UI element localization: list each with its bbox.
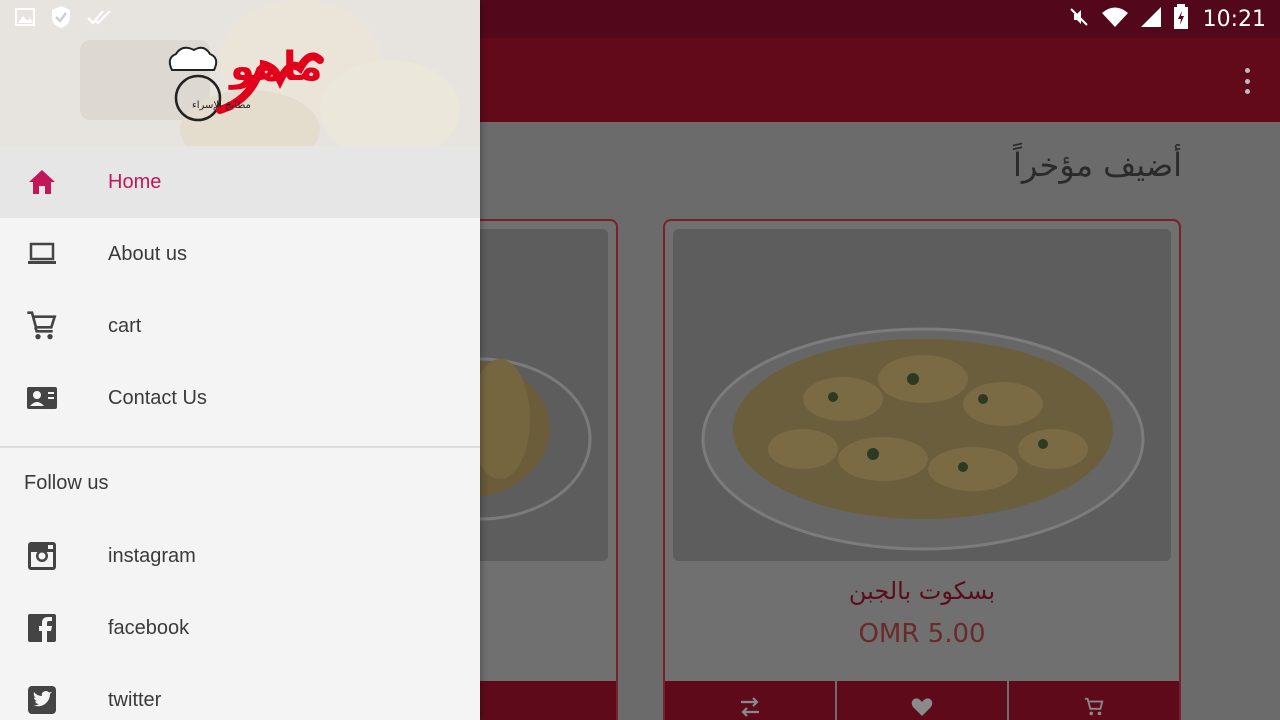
drawer-divider xyxy=(0,446,480,448)
nav-label: facebook xyxy=(108,616,190,639)
more-vert-icon[interactable] xyxy=(1234,64,1260,98)
social-item-instagram[interactable]: instagram xyxy=(0,520,480,592)
instagram-icon xyxy=(24,538,60,574)
favorite-button[interactable] xyxy=(835,681,1007,720)
nav-item-about[interactable]: About us xyxy=(0,218,480,290)
nav-label: About us xyxy=(108,242,187,265)
section-title: أضيف مؤخراً xyxy=(1012,146,1182,184)
product-name: بسكوت بالجبن xyxy=(848,577,996,605)
home-icon xyxy=(24,164,60,200)
navigation-drawer: ماهو مطابخ الإسراء Home About us cart Co… xyxy=(0,0,480,720)
nav-label: instagram xyxy=(108,544,196,567)
nav-label: Home xyxy=(108,170,162,193)
social-links: instagram facebook twitter xyxy=(0,520,480,720)
logo-subtext: مطابخ الإسراء xyxy=(192,100,251,111)
nav-label: cart xyxy=(108,314,142,337)
compare-icon xyxy=(738,696,762,720)
card-actions xyxy=(665,681,1179,720)
nav-label: Contact Us xyxy=(108,386,207,409)
drawer-nav: Home About us cart Contact Us xyxy=(0,146,480,434)
nav-label: twitter xyxy=(108,688,162,711)
logo-text: ماهو xyxy=(230,44,323,90)
cart-icon xyxy=(1083,696,1105,720)
shield-check-icon xyxy=(50,5,72,33)
social-item-facebook[interactable]: facebook xyxy=(0,592,480,664)
wifi-icon xyxy=(1101,5,1129,33)
favorite-icon xyxy=(910,696,934,720)
follow-us-heading: Follow us xyxy=(24,472,109,494)
compare-button[interactable] xyxy=(665,681,835,720)
status-time: 10:21 xyxy=(1202,6,1266,32)
product-card[interactable]: بسكوت بالجبن OMR 5.00 xyxy=(663,219,1181,720)
nav-item-cart[interactable]: cart xyxy=(0,290,480,362)
social-item-twitter[interactable]: twitter xyxy=(0,664,480,720)
add-to-cart-button[interactable] xyxy=(1007,681,1179,720)
status-left xyxy=(14,0,114,38)
status-right: 10:21 xyxy=(1067,0,1266,38)
twitter-icon xyxy=(24,682,60,718)
signal-icon xyxy=(1139,5,1163,33)
product-price: OMR 5.00 xyxy=(858,619,986,649)
laptop-icon xyxy=(24,236,60,272)
brand-logo: ماهو مطابخ الإسراء xyxy=(160,40,330,130)
cart-icon xyxy=(24,308,60,344)
cheese-biscuits-image[interactable] xyxy=(673,229,1171,561)
mute-icon xyxy=(1067,5,1091,33)
contact-card-icon xyxy=(24,380,60,416)
nav-item-home[interactable]: Home xyxy=(0,146,480,218)
nav-item-contact[interactable]: Contact Us xyxy=(0,362,480,434)
double-check-icon xyxy=(86,7,114,31)
facebook-icon xyxy=(24,610,60,646)
image-icon xyxy=(14,6,36,32)
battery-icon xyxy=(1173,4,1189,34)
